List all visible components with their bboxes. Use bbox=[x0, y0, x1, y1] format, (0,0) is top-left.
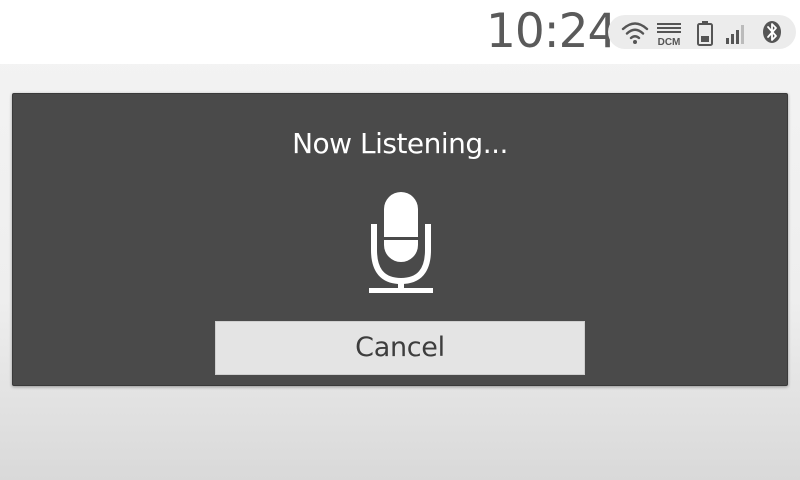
clock: 10:24 bbox=[486, 4, 617, 59]
dcm-icon: DCM bbox=[654, 15, 684, 49]
wifi-icon bbox=[620, 15, 650, 49]
battery-icon bbox=[694, 15, 716, 49]
status-bar: 10:24 DCM bbox=[0, 0, 800, 64]
dialog-title: Now Listening... bbox=[292, 127, 508, 160]
voice-dialog: Now Listening... Cancel bbox=[12, 93, 788, 386]
status-indicators: DCM bbox=[608, 15, 796, 49]
dcm-label: DCM bbox=[658, 37, 681, 48]
cancel-button[interactable]: Cancel bbox=[215, 321, 585, 375]
microphone-icon bbox=[369, 192, 433, 294]
bluetooth-icon bbox=[760, 15, 784, 49]
signal-bars-icon bbox=[722, 15, 750, 49]
